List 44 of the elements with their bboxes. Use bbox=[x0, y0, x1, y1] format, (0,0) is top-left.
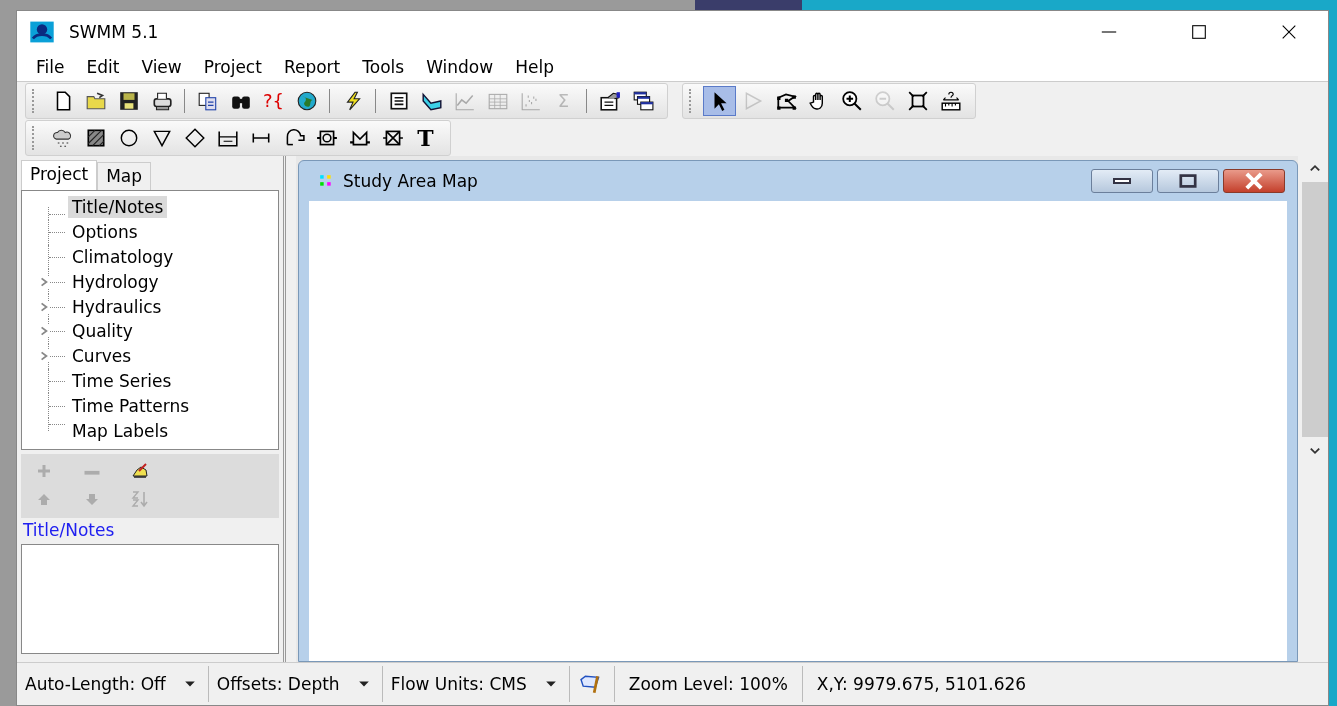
toolbar-button[interactable]: T bbox=[409, 122, 442, 153]
minus-icon bbox=[82, 469, 102, 477]
caret-icon[interactable] bbox=[183, 680, 196, 688]
hatched-square-icon bbox=[84, 126, 107, 149]
zoom-in-icon bbox=[840, 89, 863, 112]
menu-item[interactable]: Project bbox=[192, 57, 273, 77]
status-text: Flow Units: CMS bbox=[390, 674, 527, 694]
status-text: Zoom Level: 100% bbox=[628, 674, 788, 694]
menu-item[interactable]: Window bbox=[415, 57, 505, 77]
menu-item[interactable]: View bbox=[130, 57, 193, 77]
ruler-icon bbox=[939, 89, 962, 112]
minimize-icon bbox=[1113, 178, 1131, 184]
sort-icon bbox=[130, 488, 150, 509]
status-text: Offsets: Depth bbox=[216, 674, 340, 694]
menu-item[interactable]: Tools bbox=[351, 57, 416, 77]
globe-icon bbox=[295, 89, 318, 112]
windows-icon bbox=[631, 89, 654, 112]
map-window-title: Study Area Map bbox=[343, 171, 478, 191]
window-title: SWMM 5.1 bbox=[69, 22, 159, 42]
edit-hand-icon bbox=[130, 460, 150, 481]
menu-item[interactable]: Edit bbox=[75, 57, 131, 77]
tree-item[interactable]: Title/Notes bbox=[68, 196, 168, 219]
menu-item[interactable]: Report bbox=[272, 57, 352, 77]
menu-item[interactable]: File bbox=[25, 57, 76, 77]
options-icon bbox=[598, 89, 621, 112]
menu-item[interactable]: Help bbox=[504, 57, 565, 77]
caret-icon[interactable] bbox=[357, 680, 370, 688]
caret-icon[interactable] bbox=[544, 680, 557, 688]
notes-box[interactable] bbox=[21, 544, 279, 654]
toolbar-button[interactable]: ?{ bbox=[257, 85, 290, 116]
map-icon bbox=[319, 174, 333, 188]
zoom-out-icon bbox=[873, 89, 896, 112]
full-extent-icon bbox=[906, 89, 929, 112]
close-button[interactable] bbox=[1223, 169, 1285, 193]
document-icon bbox=[387, 89, 410, 112]
selected-item-caption: Title/Notes bbox=[22, 519, 116, 542]
status-text: X,Y: 9979.675, 5101.626 bbox=[816, 674, 1027, 694]
status-text: Auto-Length: Off bbox=[25, 674, 166, 694]
panel-tab[interactable]: Map bbox=[97, 162, 152, 190]
panel-tab[interactable]: Project bbox=[21, 160, 98, 190]
diamond-icon bbox=[183, 126, 206, 149]
toolbar-button[interactable] bbox=[703, 85, 736, 116]
minimize-button[interactable] bbox=[1091, 169, 1153, 193]
restore-button[interactable] bbox=[1157, 169, 1219, 193]
